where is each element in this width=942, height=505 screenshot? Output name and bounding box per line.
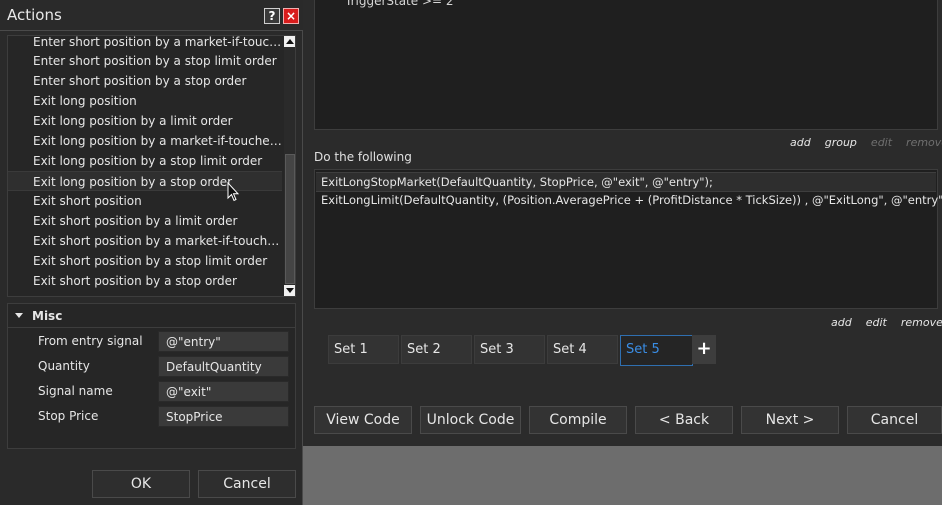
action-line[interactable]: ExitLongLimit(DefaultQuantity, (Position… [321, 193, 942, 207]
actions-dialog: Actions ? × Enter short position by a ma… [0, 0, 303, 505]
prop-name-signal-name: Signal name [38, 384, 113, 398]
back-button[interactable]: < Back [635, 406, 733, 434]
compile-button[interactable]: Compile [529, 406, 627, 434]
list-item[interactable]: Exit long position [33, 91, 283, 111]
misc-category-header[interactable]: Misc [8, 304, 295, 328]
conditions-box[interactable]: TriggerState >= 2 [314, 0, 938, 130]
quantity-field[interactable]: DefaultQuantity [158, 356, 289, 377]
condition-text[interactable]: TriggerState >= 2 [345, 0, 454, 8]
list-item[interactable]: Exit short position [33, 191, 283, 211]
action-links: add edit remove [817, 316, 942, 329]
ok-button[interactable]: OK [92, 470, 190, 498]
tab-set-4[interactable]: Set 4 [547, 335, 618, 364]
list-scrollbar[interactable] [284, 36, 295, 296]
signal-name-field[interactable]: @"exit" [158, 381, 289, 402]
tab-set-3[interactable]: Set 3 [474, 335, 545, 364]
list-item[interactable]: Enter short position by a stop limit ord… [33, 51, 283, 71]
condition-edit-link[interactable]: edit [871, 136, 892, 149]
list-item[interactable]: Exit short position by a limit order [33, 211, 283, 231]
actions-list[interactable]: Enter short position by a market-if-touc… [7, 35, 296, 297]
tab-set-1[interactable]: Set 1 [328, 335, 399, 364]
close-icon[interactable]: × [283, 8, 299, 24]
actions-box[interactable]: ExitLongStopMarket(DefaultQuantity, Stop… [314, 169, 942, 309]
condition-group-link[interactable]: group [825, 136, 857, 149]
view-code-button[interactable]: View Code [314, 406, 412, 434]
unlock-code-button[interactable]: Unlock Code [420, 406, 521, 434]
scroll-up-arrow-icon[interactable] [284, 36, 295, 47]
wizard-footer-area [303, 446, 942, 505]
action-add-link[interactable]: add [831, 316, 852, 329]
list-item[interactable]: Exit short position by a market-if-touch… [33, 231, 283, 251]
tab-set-2[interactable]: Set 2 [401, 335, 472, 364]
condition-remove-link[interactable]: remove [906, 136, 942, 149]
prop-name-from-entry-signal: From entry signal [38, 334, 143, 348]
list-item[interactable]: Exit long position by a stop limit order [33, 151, 283, 171]
list-item[interactable]: Exit short position by a stop limit orde… [33, 251, 283, 271]
list-item[interactable]: Enter short position by a market-if-touc… [33, 36, 283, 52]
next-button[interactable]: Next > [741, 406, 839, 434]
action-line[interactable]: ExitLongStopMarket(DefaultQuantity, Stop… [316, 172, 936, 192]
condition-links: add group edit remove [776, 136, 942, 149]
list-item-hovered[interactable]: Exit long position by a stop order [8, 171, 282, 191]
stop-price-field[interactable]: StopPrice [158, 406, 289, 427]
scroll-thumb[interactable] [285, 154, 295, 284]
list-item[interactable]: Exit long position by a limit order [33, 111, 283, 131]
scroll-down-arrow-icon[interactable] [284, 285, 295, 296]
action-remove-link[interactable]: remove [901, 316, 942, 329]
add-tab-button[interactable]: + [692, 335, 716, 364]
prop-name-quantity: Quantity [38, 359, 90, 373]
do-the-following-label: Do the following [314, 150, 412, 164]
dialog-title: Actions [7, 6, 62, 24]
list-item[interactable]: Exit short position by a stop order [33, 271, 283, 291]
mouse-pointer-icon [227, 182, 239, 202]
misc-label: Misc [32, 309, 63, 323]
list-item[interactable]: Exit long position by a market-if-touche… [33, 131, 283, 151]
collapse-triangle-icon[interactable] [15, 313, 23, 318]
wizard-cancel-button[interactable]: Cancel [847, 406, 942, 434]
dialog-titlebar[interactable]: Actions ? × [0, 0, 303, 31]
help-icon[interactable]: ? [264, 8, 280, 24]
properties-panel: Misc From entry signal @"entry" Quantity… [7, 303, 296, 449]
dialog-cancel-button[interactable]: Cancel [198, 470, 296, 498]
from-entry-signal-field[interactable]: @"entry" [158, 331, 289, 352]
prop-name-stop-price: Stop Price [38, 409, 99, 423]
action-edit-link[interactable]: edit [866, 316, 887, 329]
tab-set-5[interactable]: Set 5 [620, 335, 693, 366]
condition-add-link[interactable]: add [790, 136, 811, 149]
list-item[interactable]: Enter short position by a stop order [33, 71, 283, 91]
